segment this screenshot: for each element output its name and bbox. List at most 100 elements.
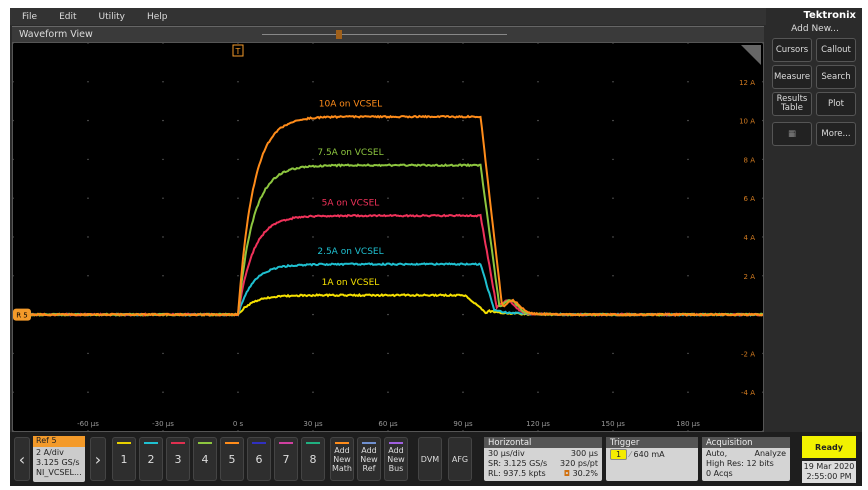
channel-6-button[interactable]: 6 [247,437,271,481]
horizontal-badge[interactable]: Horizontal 30 µs/div 300 µs SR: 3.125 GS/… [484,437,602,481]
acquisition-badge[interactable]: Acquisition Auto, Analyze High Res: 12 bi… [702,437,790,481]
grid-dot [387,81,388,82]
grid-dot [612,120,613,121]
dvm-button[interactable]: DVM [418,437,442,481]
add-new-math-button[interactable]: Add New Math [330,437,354,481]
menu-bar: File Edit Utility Help [10,8,766,25]
grid-dot [237,392,238,393]
scroll-right-button[interactable]: › [90,437,106,481]
grid-dot [312,198,313,199]
grid-dot [13,430,14,431]
trigger-badge[interactable]: Trigger 1 ⁄ 640 mA [606,437,698,481]
h-record-length: RL: 937.5 kpts [488,469,546,479]
grid-dot [237,353,238,354]
results-table-button[interactable]: Results Table [772,92,812,116]
y-tick-label: 10 A [739,118,755,126]
add-new-bus-button[interactable]: Add New Bus [384,437,408,481]
grid-dot [687,43,688,44]
channel-2-button[interactable]: 2 [139,437,163,481]
channel-4-button[interactable]: 4 [193,437,217,481]
menu-help[interactable]: Help [147,12,168,22]
y-tick-label: 12 A [739,79,755,87]
grid-dot [13,120,14,121]
trace-label: 5A on VCSEL [322,199,380,209]
x-tick-label: 60 µs [378,420,398,428]
grid-dot [387,159,388,160]
ref5-title: Ref 5 [33,436,85,447]
x-tick-label: 150 µs [601,420,625,428]
channel-8-button[interactable]: 8 [301,437,325,481]
x-tick-label: -60 µs [77,420,99,428]
grid-dot [612,353,613,354]
grid-dot [87,81,88,82]
menu-edit[interactable]: Edit [59,12,76,22]
grid-dot [312,392,313,393]
y-tick-label: 4 A [744,234,756,242]
channel-label: 8 [310,453,317,466]
grid-dot [462,275,463,276]
channel-1-button[interactable]: 1 [112,437,136,481]
y-tick-label: 8 A [744,156,756,164]
menu-utility[interactable]: Utility [99,12,125,22]
grid-dot [387,236,388,237]
grid-dot [462,120,463,121]
menu-file[interactable]: File [22,12,37,22]
ref5-rate: 3.125 GS/s [36,458,82,468]
grid-dot [387,198,388,199]
grid-dot [312,275,313,276]
grid-dot [312,43,313,44]
grid-dot [312,81,313,82]
date: 19 Mar 2020 [802,462,856,472]
channel-label: 3 [175,453,182,466]
grid-dot [87,392,88,393]
grid-dot [162,236,163,237]
grid-dot [237,275,238,276]
ref5-badge[interactable]: Ref 5 2 A/div 3.125 GS/s NI_VCSEL... [33,436,85,482]
run-status-button[interactable]: Ready [802,436,856,458]
more-button[interactable]: More... [816,122,856,146]
grid-dot [762,353,763,354]
grid-dot [612,159,613,160]
grid-dot [13,275,14,276]
h-duration: 300 µs [571,449,598,459]
y-tick-label: 6 A [744,195,756,203]
grid-dot [162,120,163,121]
scroll-left-button[interactable]: ‹ [14,437,30,481]
grid-dot [537,392,538,393]
grid-dot [87,275,88,276]
screenshot-button[interactable]: ▦ [772,122,812,146]
measure-button[interactable]: Measure [772,65,812,89]
trigger-title: Trigger [606,437,698,448]
grid-dot [537,43,538,44]
grid-dot [87,236,88,237]
grid-dot [13,236,14,237]
grid-dot [762,159,763,160]
settings-bar: ‹ Ref 5 2 A/div 3.125 GS/s NI_VCSEL... ›… [10,432,862,486]
grid-dot [462,430,463,431]
plot-button[interactable]: Plot [816,92,856,116]
grid-dot [462,81,463,82]
grid-dot [462,43,463,44]
grid-dot [237,198,238,199]
label: Add New Math [331,446,353,473]
grid-dot [387,392,388,393]
record-view-slider[interactable] [262,34,507,35]
grid-dot [462,353,463,354]
cursors-button[interactable]: Cursors [772,38,812,62]
channel-3-button[interactable]: 3 [166,437,190,481]
channel-5-button[interactable]: 5 [220,437,244,481]
afg-button[interactable]: AFG [448,437,472,481]
callout-button[interactable]: Callout [816,38,856,62]
waveform-plot[interactable]: -60 µs -30 µs 0 s 30 µs 60 µs 90 µs 120 µs 150 … [12,42,764,432]
search-button[interactable]: Search [816,65,856,89]
grid-dot [537,159,538,160]
channel-7-button[interactable]: 7 [274,437,298,481]
add-new-ref-button[interactable]: Add New Ref [357,437,381,481]
waveform-graticule: -60 µs -30 µs 0 s 30 µs 60 µs 90 µs 120 µs 150 … [13,43,763,431]
channel-label: 4 [202,453,209,466]
channel-label: 5 [229,453,236,466]
ref5-scale: 2 A/div [36,448,82,458]
grid-dot [687,430,688,431]
waveform-view-title: Waveform View [19,29,93,40]
grid-dot [387,275,388,276]
